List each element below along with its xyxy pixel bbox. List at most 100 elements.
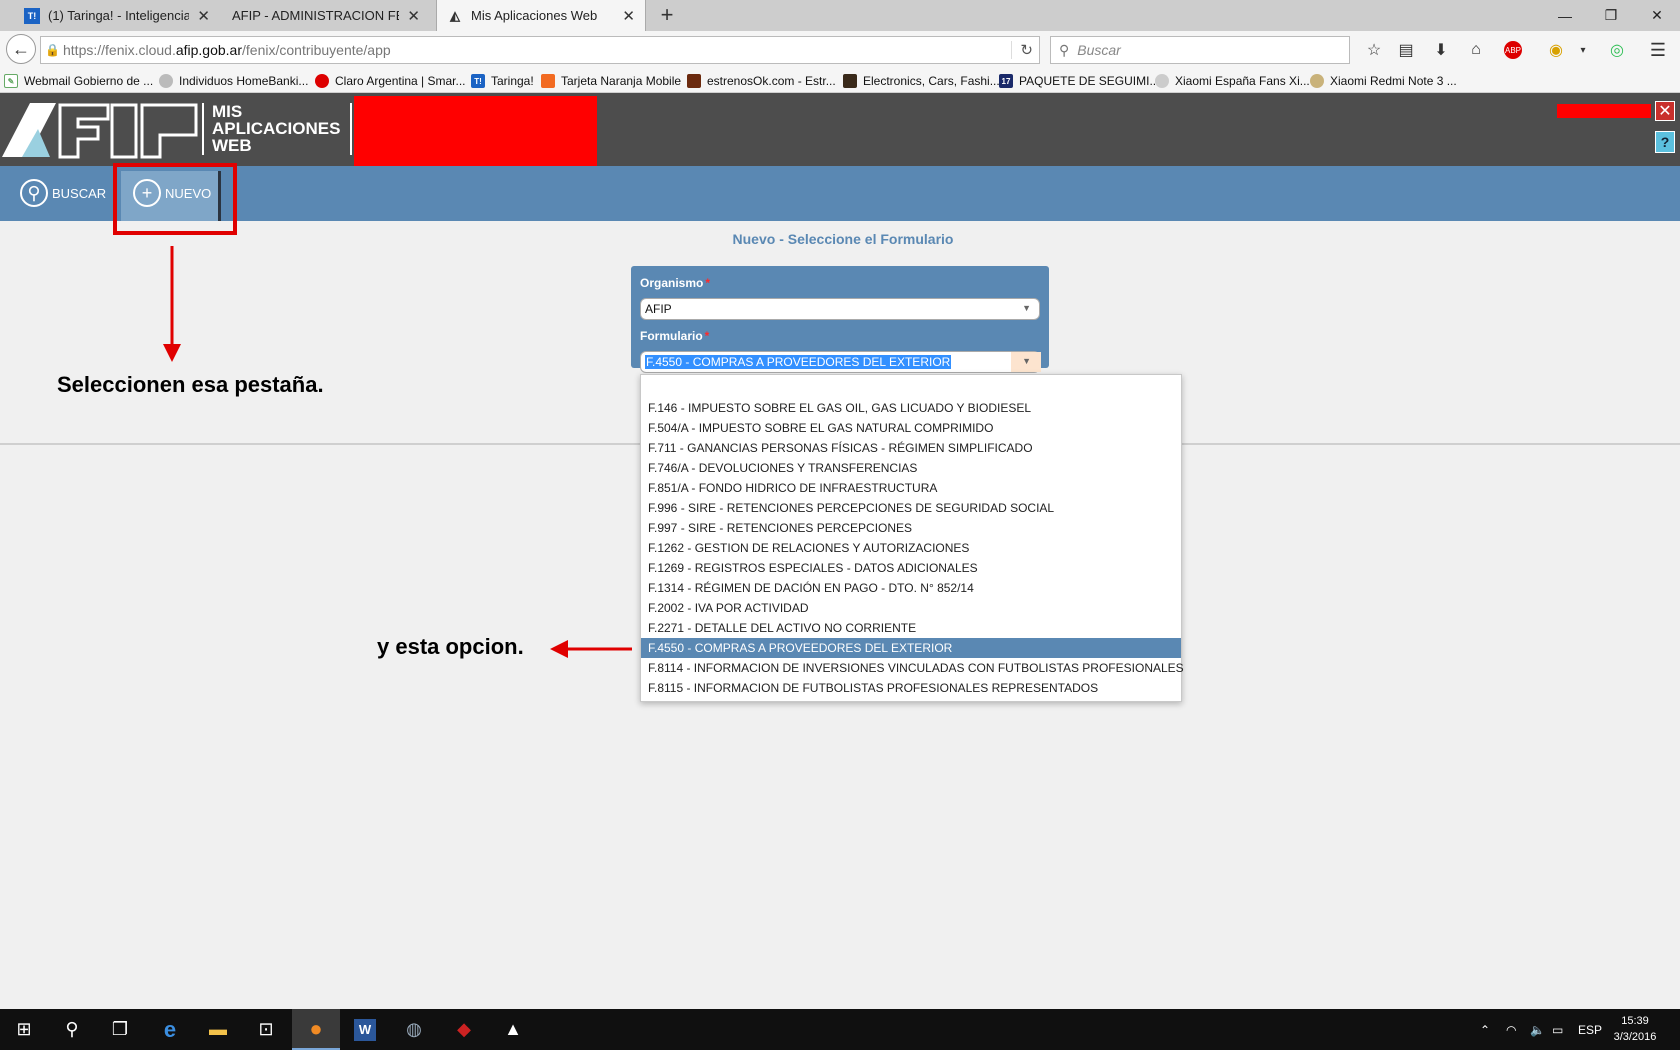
list-item[interactable]: F.1262 - GESTION DE RELACIONES Y AUTORIZ… bbox=[641, 538, 1181, 558]
adblock-icon[interactable]: ABP bbox=[1500, 38, 1526, 62]
shop-icon bbox=[843, 74, 857, 88]
list-item[interactable]: F.146 - IMPUESTO SOBRE EL GAS OIL, GAS L… bbox=[641, 398, 1181, 418]
bookmark-label: Individuos HomeBanki... bbox=[179, 74, 309, 88]
list-item[interactable]: F.997 - SIRE - RETENCIONES PERCEPCIONES bbox=[641, 518, 1181, 538]
windows-taskbar: ⊞ ⚲ ❐ e ▬ ⊡ ● W ◍ ◆ ▲ ⌃ ◠ 🔈 ▭ ESP 15:39 … bbox=[0, 1009, 1680, 1050]
organismo-select[interactable]: AFIP ▼ bbox=[640, 298, 1040, 320]
restore-icon[interactable]: ❐ bbox=[1588, 0, 1634, 31]
steam-icon[interactable]: ◍ bbox=[390, 1009, 438, 1050]
afip-logo-icon bbox=[2, 103, 198, 159]
annotation-arrow-left bbox=[550, 640, 632, 658]
list-item-selected[interactable]: F.4550 - COMPRAS A PROVEEDORES DEL EXTER… bbox=[641, 638, 1181, 658]
bookmark-item[interactable]: Electronics, Cars, Fashi... bbox=[843, 72, 1000, 90]
firefox-icon[interactable]: ● bbox=[292, 1009, 340, 1050]
app-toolbar-overlay: + NUEVO bbox=[0, 166, 1680, 221]
tab-afip[interactable]: AFIP - ADMINISTRACION FED... ✕ bbox=[222, 0, 430, 31]
tab-title: Mis Aplicaciones Web bbox=[471, 8, 598, 23]
page-title: Nuevo - Seleccione el Formulario bbox=[732, 231, 954, 247]
url-prefix: https://fenix.cloud. bbox=[63, 42, 176, 58]
clock[interactable]: 15:39 3/3/2016 bbox=[1605, 1013, 1665, 1045]
tab-title: AFIP - ADMINISTRACION FED... bbox=[232, 8, 399, 23]
redacted-user-info bbox=[354, 96, 597, 166]
estrenos-icon bbox=[687, 74, 701, 88]
dota-icon[interactable]: ◆ bbox=[440, 1009, 488, 1050]
tab-taringa[interactable]: T! (1) Taringa! - Inteligencia ... ✕ bbox=[14, 0, 220, 31]
bookmark-label: Tarjeta Naranja Mobile bbox=[561, 74, 682, 88]
task-view-icon[interactable]: ❐ bbox=[96, 1009, 144, 1050]
file-explorer-icon[interactable]: ▬ bbox=[194, 1009, 242, 1050]
list-item[interactable]: F.1269 - REGISTROS ESPECIALES - DATOS AD… bbox=[641, 558, 1181, 578]
list-item[interactable]: F.8114 - INFORMACION DE INVERSIONES VINC… bbox=[641, 658, 1184, 678]
bookmark-item[interactable]: 17 PAQUETE DE SEGUIMI... bbox=[999, 72, 1159, 90]
bookmark-label: Taringa! bbox=[491, 74, 534, 88]
search-icon[interactable]: ⚲ bbox=[48, 1009, 96, 1050]
annotation-arrow-down bbox=[163, 246, 181, 362]
grammarly-icon[interactable]: ◎ bbox=[1604, 38, 1630, 62]
list-item[interactable]: F.746/A - DEVOLUCIONES Y TRANSFERENCIAS bbox=[641, 458, 1181, 478]
leaf-icon: ✎ bbox=[4, 74, 18, 88]
bookmark-item[interactable]: Tarjeta Naranja Mobile bbox=[541, 72, 681, 90]
list-item[interactable]: F.504/A - IMPUESTO SOBRE EL GAS NATURAL … bbox=[641, 418, 1181, 438]
close-icon[interactable]: ✕ bbox=[622, 7, 635, 25]
store-icon[interactable]: ⊡ bbox=[242, 1009, 290, 1050]
wifi-icon[interactable]: ◠ bbox=[1506, 1009, 1516, 1050]
address-bar[interactable]: 🔒 https://fenix.cloud. afip.gob.ar/fenix/… bbox=[40, 36, 1040, 64]
bookmarks-bar: ✎ Webmail Gobierno de ... Individuos Home… bbox=[0, 69, 1680, 93]
annotation-highlight-box bbox=[113, 163, 237, 235]
download-icon[interactable]: ⬇ bbox=[1428, 38, 1454, 62]
chevron-down-icon: ▼ bbox=[1022, 356, 1031, 366]
app-close-button[interactable]: ✕ bbox=[1655, 101, 1675, 121]
extension-icon[interactable]: ◉ bbox=[1543, 38, 1569, 62]
help-button[interactable]: ? bbox=[1655, 131, 1675, 153]
bookmark-item[interactable]: estrenosOk.com - Estr... bbox=[687, 72, 836, 90]
bookmark-item[interactable]: Xiaomi España Fans Xi... bbox=[1155, 72, 1310, 90]
new-tab-icon[interactable]: + bbox=[654, 3, 680, 27]
list-item[interactable]: F.996 - SIRE - RETENCIONES PERCEPCIONES … bbox=[641, 498, 1181, 518]
photos-icon[interactable]: ▲ bbox=[489, 1009, 537, 1050]
bookmark-label: estrenosOk.com - Estr... bbox=[707, 74, 836, 88]
search-icon: ⚲ bbox=[1059, 41, 1070, 58]
menu-icon[interactable]: ☰ bbox=[1645, 38, 1671, 62]
formulario-select[interactable]: F.4550 - COMPRAS A PROVEEDORES DEL EXTER… bbox=[640, 351, 1041, 373]
xiaomi-icon bbox=[1310, 74, 1324, 88]
word-icon[interactable]: W bbox=[341, 1009, 389, 1050]
formulario-dropdown-list: F.146 - IMPUESTO SOBRE EL GAS OIL, GAS L… bbox=[640, 374, 1184, 702]
bookmark-item[interactable]: Individuos HomeBanki... bbox=[159, 72, 308, 90]
tab-mis-aplicaciones[interactable]: ◭ Mis Aplicaciones Web ✕ bbox=[436, 0, 646, 31]
language-indicator[interactable]: ESP bbox=[1578, 1009, 1602, 1050]
bookmark-item[interactable]: Claro Argentina | Smar... bbox=[315, 72, 466, 90]
chevron-down-icon[interactable]: ▾ bbox=[1570, 38, 1596, 62]
divider bbox=[202, 103, 204, 155]
list-item[interactable]: F.2002 - IVA POR ACTIVIDAD bbox=[641, 598, 1181, 618]
bookmark-item[interactable]: Xiaomi Redmi Note 3 ... bbox=[1310, 72, 1457, 90]
bookmark-item[interactable]: T! Taringa! bbox=[471, 72, 534, 90]
list-item[interactable]: F.711 - GANANCIAS PERSONAS FÍSICAS - RÉG… bbox=[641, 438, 1181, 458]
list-item[interactable]: F.2271 - DETALLE DEL ACTIVO NO CORRIENTE bbox=[641, 618, 1181, 638]
volume-icon[interactable]: 🔈 bbox=[1530, 1009, 1545, 1050]
notification-icon[interactable]: ▭ bbox=[1552, 1009, 1563, 1050]
reading-list-icon[interactable]: ▤ bbox=[1393, 38, 1419, 62]
reload-icon[interactable]: ↻ bbox=[1011, 41, 1033, 59]
list-item[interactable]: F.851/A - FONDO HIDRICO DE INFRAESTRUCTU… bbox=[641, 478, 1181, 498]
back-button[interactable]: ← bbox=[6, 34, 36, 64]
chevron-up-icon[interactable]: ⌃ bbox=[1480, 1009, 1490, 1050]
window-close-icon[interactable]: ✕ bbox=[1634, 0, 1680, 31]
bookmark-item[interactable]: ✎ Webmail Gobierno de ... bbox=[4, 72, 153, 90]
home-icon[interactable]: ⌂ bbox=[1463, 38, 1489, 62]
url-path: /fenix/contribuyente/app bbox=[242, 42, 391, 58]
bookmark-star-icon[interactable]: ☆ bbox=[1361, 38, 1387, 62]
list-item[interactable]: F.8115 - INFORMACION DE FUTBOLISTAS PROF… bbox=[641, 678, 1181, 698]
redacted-username bbox=[1557, 104, 1651, 118]
search-input[interactable]: ⚲ Buscar bbox=[1050, 36, 1350, 64]
close-icon[interactable]: ✕ bbox=[407, 7, 420, 25]
browser-tab-bar: T! (1) Taringa! - Inteligencia ... ✕ AFI… bbox=[0, 0, 1680, 31]
list-item[interactable]: F.1314 - RÉGIMEN DE DACIÓN EN PAGO - DTO… bbox=[641, 578, 1181, 598]
taringa-icon: T! bbox=[471, 74, 485, 88]
form-panel: Organismo * AFIP ▼ Formulario * F.4550 - C… bbox=[631, 266, 1049, 373]
edge-icon[interactable]: e bbox=[146, 1009, 194, 1050]
minimize-icon[interactable]: — bbox=[1542, 0, 1588, 31]
windows-start-icon[interactable]: ⊞ bbox=[0, 1009, 48, 1050]
annotation-note-tab: Seleccionen esa pestaña. bbox=[57, 372, 324, 397]
bookmark-label: Claro Argentina | Smar... bbox=[335, 74, 466, 88]
close-icon[interactable]: ✕ bbox=[197, 7, 210, 25]
